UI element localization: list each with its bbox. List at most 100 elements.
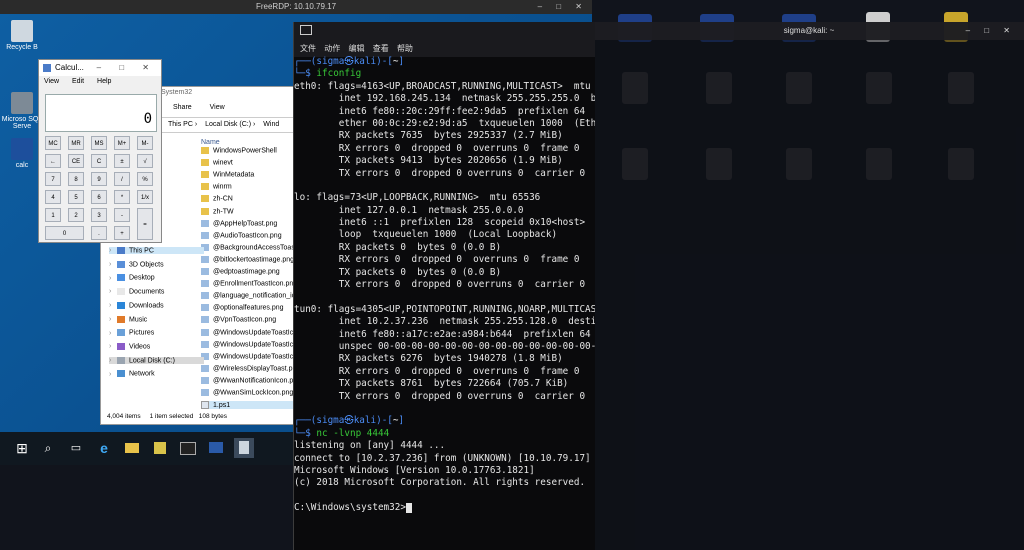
file-row[interactable]: @WwanSimLockIcon.png bbox=[201, 389, 293, 396]
menu-help[interactable]: 帮助 bbox=[397, 44, 413, 53]
file-row[interactable]: WinMetadata bbox=[201, 171, 254, 179]
terminal-window-background[interactable]: sigma@kali: ~ – □ ✕ bbox=[594, 22, 1024, 550]
calc-key[interactable]: / bbox=[114, 172, 130, 186]
desktop-icon-label: calc bbox=[15, 162, 29, 169]
calc-key[interactable]: M+ bbox=[114, 136, 130, 150]
nav-item[interactable]: › This PC bbox=[109, 247, 204, 255]
calc-key[interactable]: CE bbox=[68, 154, 84, 168]
menu-help[interactable]: Help bbox=[97, 78, 111, 85]
chevron-right-icon[interactable]: › bbox=[109, 316, 117, 323]
chevron-right-icon[interactable]: › bbox=[109, 288, 117, 295]
calc-key[interactable]: ± bbox=[114, 154, 130, 168]
file-row[interactable]: @edptoastimage.png bbox=[201, 268, 280, 275]
calc-key[interactable]: = bbox=[137, 208, 153, 240]
nav-item[interactable]: › Documents bbox=[109, 288, 164, 295]
calc-key[interactable]: 5 bbox=[68, 190, 84, 204]
calc-key[interactable]: MC bbox=[45, 136, 61, 150]
breadcrumb-item[interactable]: Wind bbox=[263, 121, 279, 128]
calc-key[interactable]: 2 bbox=[68, 208, 84, 222]
menu-view[interactable]: View bbox=[44, 78, 59, 85]
calc-key[interactable]: . bbox=[91, 226, 107, 240]
calc-key[interactable]: 8 bbox=[68, 172, 84, 186]
terminal2-titlebar[interactable]: sigma@kali: ~ – □ ✕ bbox=[594, 22, 1024, 40]
file-row[interactable]: @bitlockertoastimage.png bbox=[201, 255, 294, 263]
calculator-titlebar[interactable]: Calcul... – □ ✕ bbox=[39, 60, 161, 76]
calc-key[interactable]: + bbox=[114, 226, 130, 240]
calc-key[interactable]: - bbox=[114, 208, 130, 222]
nav-item[interactable]: › 3D Objects bbox=[109, 260, 164, 268]
window-controls[interactable]: – □ ✕ bbox=[538, 0, 588, 14]
calc-key[interactable]: MS bbox=[91, 136, 107, 150]
breadcrumb-item[interactable]: This PC bbox=[168, 121, 193, 128]
nav-item[interactable]: › Desktop bbox=[109, 274, 155, 282]
file-row[interactable]: winevt bbox=[201, 159, 233, 166]
terminal-output[interactable]: ┌──(sigma㉿kali)-[~] └─$ ifconfig eth0: fla… bbox=[294, 56, 595, 550]
calc-key[interactable]: 3 bbox=[91, 208, 107, 222]
tab-share[interactable]: Share bbox=[173, 104, 192, 111]
chevron-right-icon[interactable]: › bbox=[109, 275, 117, 282]
calc-key[interactable]: MR bbox=[68, 136, 84, 150]
nav-item[interactable]: › Downloads bbox=[109, 301, 164, 309]
tab-view[interactable]: View bbox=[210, 104, 225, 111]
file-row[interactable]: WindowsPowerShell bbox=[201, 147, 277, 154]
calc-key[interactable]: M- bbox=[137, 136, 153, 150]
menu-edit[interactable]: Edit bbox=[72, 78, 84, 85]
breadcrumb-item[interactable]: Local Disk (C:) bbox=[205, 121, 251, 128]
calc-key[interactable]: 6 bbox=[91, 190, 107, 204]
chevron-right-icon[interactable]: › bbox=[109, 247, 117, 254]
calc-key[interactable]: 1 bbox=[45, 208, 61, 222]
file-row[interactable]: @EnrollmentToastIcon.png bbox=[201, 280, 297, 287]
file-row[interactable]: @AudioToastIcon.png bbox=[201, 231, 282, 239]
calc-key[interactable]: ← bbox=[45, 154, 61, 168]
nav-item[interactable]: › Pictures bbox=[109, 329, 154, 337]
file-row[interactable]: winrm bbox=[201, 183, 232, 191]
desktop-icon-recycle-bin[interactable]: Recycle B bbox=[0, 20, 44, 51]
menu-action[interactable]: 动作 bbox=[324, 44, 340, 53]
nav-item[interactable]: › Network bbox=[109, 370, 155, 378]
calculator-taskbar-icon[interactable] bbox=[234, 438, 254, 458]
window-controls[interactable]: – □ ✕ bbox=[97, 60, 157, 76]
terminal-icon[interactable] bbox=[178, 438, 198, 458]
chevron-right-icon[interactable]: › bbox=[109, 261, 117, 268]
file-row[interactable]: @WirelessDisplayToast.png bbox=[201, 364, 300, 372]
file-row[interactable]: zh-TW bbox=[201, 207, 234, 215]
nav-item[interactable]: › Music bbox=[109, 315, 147, 323]
window-controls[interactable]: – □ ✕ bbox=[966, 22, 1016, 40]
menu-view[interactable]: 查看 bbox=[373, 44, 389, 53]
chevron-right-icon[interactable]: › bbox=[109, 302, 117, 309]
file-explorer-icon[interactable] bbox=[122, 438, 142, 458]
powershell-icon[interactable] bbox=[206, 438, 226, 458]
calc-key[interactable]: % bbox=[137, 172, 153, 186]
app-icon[interactable] bbox=[150, 438, 170, 458]
file-row[interactable]: @WwanNotificationIcon.png bbox=[201, 376, 301, 384]
menu-file[interactable]: 文件 bbox=[300, 44, 316, 53]
column-header-name[interactable]: Name bbox=[201, 139, 220, 146]
calc-key[interactable]: * bbox=[114, 190, 130, 204]
menu-edit[interactable]: 编辑 bbox=[348, 44, 364, 53]
calc-key[interactable]: √ bbox=[137, 154, 153, 168]
calc-key[interactable]: 0 bbox=[45, 226, 84, 240]
calc-key[interactable]: C bbox=[91, 154, 107, 168]
internet-explorer-icon[interactable]: e bbox=[94, 438, 114, 458]
start-icon[interactable]: ⊞ bbox=[12, 438, 32, 458]
file-row[interactable]: @optionalfeatures.png bbox=[201, 304, 284, 312]
file-row[interactable]: @VpnToastIcon.png bbox=[201, 316, 276, 324]
calculator-window[interactable]: Calcul... – □ ✕ View Edit Help 0 MC MR MS M… bbox=[38, 59, 162, 243]
search-icon[interactable]: ⌕ bbox=[38, 438, 58, 458]
calc-key[interactable]: 7 bbox=[45, 172, 61, 186]
chevron-right-icon[interactable]: › bbox=[109, 343, 117, 350]
calc-key[interactable]: 1/x bbox=[137, 190, 153, 204]
chevron-right-icon[interactable]: › bbox=[109, 330, 117, 337]
task-view-icon[interactable]: ▭ bbox=[66, 438, 86, 458]
nav-item[interactable]: › Local Disk (C:) bbox=[109, 356, 204, 364]
calc-key[interactable]: 9 bbox=[91, 172, 107, 186]
chevron-right-icon[interactable]: › bbox=[109, 357, 117, 364]
terminal-window[interactable]: 文件 动作 编辑 查看 帮助 ┌──(sigma㉿kali)-[~] └─$ if… bbox=[293, 22, 595, 550]
file-row[interactable]: zh-CN bbox=[201, 195, 233, 203]
file-row[interactable]: @AppHelpToast.png bbox=[201, 219, 277, 227]
calc-key[interactable]: 4 bbox=[45, 190, 61, 204]
chevron-right-icon[interactable]: › bbox=[109, 371, 117, 378]
terminal-titlebar[interactable] bbox=[294, 22, 595, 40]
rdp-titlebar[interactable]: FreeRDP: 10.10.79.17 – □ ✕ bbox=[0, 0, 592, 14]
nav-item[interactable]: › Videos bbox=[109, 342, 150, 350]
